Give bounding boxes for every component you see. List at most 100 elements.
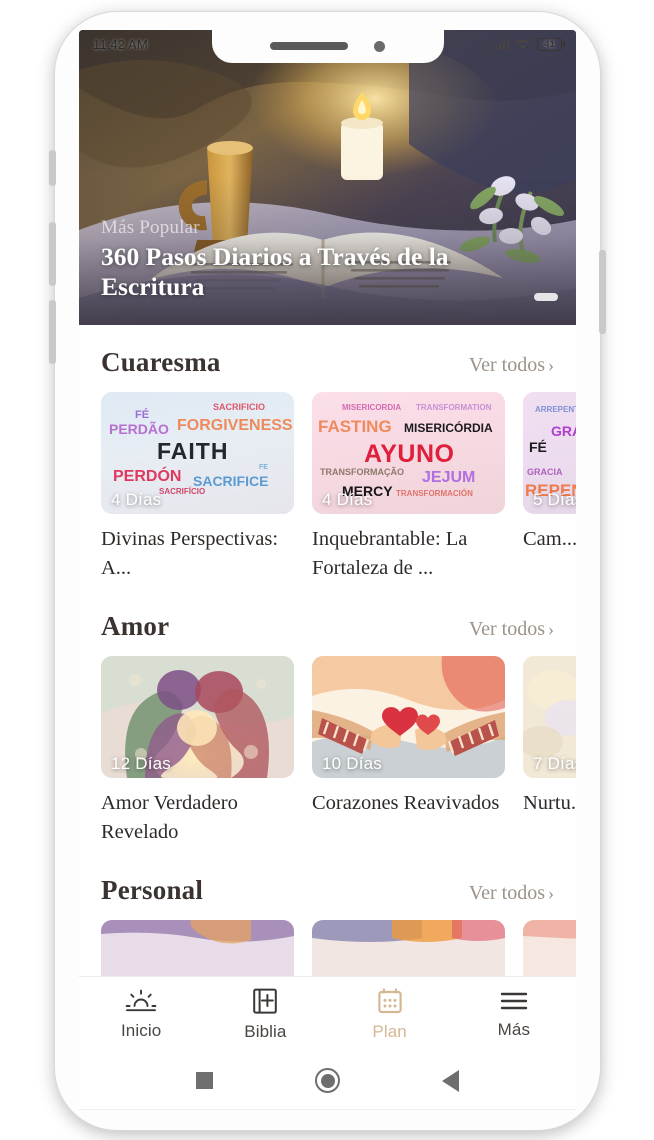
- section-title: Amor: [101, 611, 170, 642]
- word: GRACIA: [527, 467, 563, 477]
- tab-mas[interactable]: Más: [452, 989, 576, 1040]
- chevron-right-icon: ›: [548, 883, 554, 904]
- section-header-cuaresma: Cuaresma Ver todos ›: [79, 325, 576, 392]
- plan-card[interactable]: 12 Días Amor Verdadero Revelado: [101, 656, 294, 847]
- word: FAITH: [157, 438, 229, 464]
- section-amor: Amor Ver todos › 12 Días Amor Verdadero …: [79, 589, 576, 853]
- word: MISERICORDIA: [342, 403, 402, 412]
- word: SACRIFICE: [193, 473, 269, 489]
- mute-switch[interactable]: [49, 150, 56, 186]
- carousel-page-indicator[interactable]: [534, 293, 558, 301]
- see-all-link-amor[interactable]: Ver todos ›: [469, 618, 554, 641]
- plan-card-image: 10 Días: [312, 656, 505, 779]
- tab-label: Plan: [372, 1022, 407, 1041]
- chevron-right-icon: ›: [548, 355, 554, 375]
- word: ARREPENTIMIENTO: [535, 405, 576, 414]
- section-title: Cuaresma: [101, 347, 221, 377]
- plan-card[interactable]: FÉ SACRIFICIO PERDÃO FORGIVENESS FAITH P…: [101, 392, 294, 583]
- card-row-amor[interactable]: 12 Días Amor Verdadero Revelado 10 Días …: [79, 656, 576, 847]
- sunrise-icon: [125, 989, 157, 1012]
- bottom-tab-bar: Inicio Biblia Plan Más: [79, 976, 576, 1052]
- card-days-badge: 4 Días: [322, 490, 373, 509]
- card-days-badge: 10 Días: [322, 754, 382, 774]
- card-title: Inquebrantable: La Fortaleza de ...: [312, 528, 468, 580]
- card-days-badge: 12 Días: [111, 754, 171, 774]
- hero-title: 360 Pasos Diarios a Través de la Escritu…: [101, 241, 449, 302]
- plan-card-image: 7 Días: [523, 656, 576, 779]
- word: GRACA: [551, 423, 576, 439]
- word: SACRIFÍCIO: [159, 487, 206, 496]
- word: TRANSFORMAÇÃO: [320, 467, 404, 477]
- plan-card[interactable]: MISERICORDIA TRANSFORMATION FASTING MISE…: [312, 392, 505, 583]
- plan-card-image: ARREPENTIMIENTO GRACA FÉ GRACIA REPENTAN…: [523, 392, 576, 514]
- volume-up-button[interactable]: [49, 222, 56, 286]
- section-title: Personal: [101, 875, 204, 906]
- tab-label: Biblia: [244, 1022, 287, 1041]
- see-all-link-cuaresma[interactable]: Ver todos ›: [469, 354, 554, 377]
- hamburger-menu-icon: [500, 992, 528, 1010]
- battery-level: 41: [544, 38, 555, 50]
- plan-card-image: 12 Días: [101, 656, 294, 779]
- card-row-cuaresma[interactable]: FÉ SACRIFICIO PERDÃO FORGIVENESS FAITH P…: [79, 392, 576, 583]
- see-all-label: Ver todos: [468, 618, 545, 641]
- wifi-icon: [516, 40, 530, 50]
- tab-plan[interactable]: Plan: [328, 987, 452, 1042]
- see-all-link-personal[interactable]: Ver todos ›: [469, 882, 554, 905]
- phone-mockup: 11:42 AM 41 Más Popular 360 Pasos Diario…: [0, 0, 654, 1140]
- word: FE: [259, 464, 268, 471]
- word: TRANSFORMATION: [416, 403, 492, 412]
- circle-home-icon[interactable]: [315, 1068, 340, 1093]
- status-time: 11:42 AM: [93, 36, 148, 52]
- word: PERDÃO: [109, 421, 169, 437]
- word: AYUNO: [364, 440, 455, 468]
- plan-card-image: FÉ SACRIFICIO PERDÃO FORGIVENESS FAITH P…: [101, 392, 294, 514]
- plan-card[interactable]: 10 Días Corazones Reavivados: [312, 656, 505, 847]
- card-days-badge: 5 Días: [533, 490, 576, 509]
- card-days-badge: 4 Días: [111, 490, 162, 509]
- square-recents-icon[interactable]: [196, 1072, 213, 1089]
- power-button[interactable]: [599, 250, 606, 334]
- battery-icon: 41: [537, 37, 565, 51]
- card-title: Corazones Reavivados: [312, 792, 500, 815]
- section-header-personal: Personal Ver todos ›: [79, 853, 576, 920]
- phone-screen: 11:42 AM 41 Más Popular 360 Pasos Diario…: [79, 30, 576, 1052]
- tab-biblia[interactable]: Biblia: [203, 987, 327, 1042]
- card-days-badge: 7 Días: [533, 754, 576, 774]
- bible-book-icon: [253, 988, 278, 1014]
- word: SACRIFICIO: [213, 402, 266, 412]
- tab-inicio[interactable]: Inicio: [79, 988, 203, 1041]
- tab-label: Más: [497, 1020, 531, 1039]
- plan-card-image: MISERICORDIA TRANSFORMATION FASTING MISE…: [312, 392, 505, 514]
- section-header-amor: Amor Ver todos ›: [79, 589, 576, 656]
- front-camera: [374, 40, 385, 52]
- card-title: Nurtu... el Am...: [523, 792, 576, 815]
- hero-kicker: Más Popular: [101, 216, 200, 238]
- card-title: Amor Verdadero Revelado: [101, 792, 238, 844]
- word: FORGIVENESS: [177, 417, 293, 434]
- triangle-back-icon[interactable]: [442, 1069, 459, 1092]
- word: TRANSFORMACIÓN: [396, 489, 473, 498]
- word: JEJUM: [422, 469, 476, 486]
- phone-notch: [211, 30, 444, 63]
- tab-label: Inicio: [120, 1021, 162, 1040]
- card-title: Cam... Ilum...: [523, 528, 576, 550]
- chevron-right-icon: ›: [548, 619, 554, 640]
- calendar-icon: [377, 988, 402, 1014]
- hero-banner[interactable]: Más Popular 360 Pasos Diarios a Través d…: [79, 30, 576, 325]
- word: PERDÓN: [113, 468, 182, 485]
- card-title: Divinas Perspectivas: A...: [101, 528, 279, 580]
- plan-card[interactable]: 7 Días Nurtu... el Am...: [523, 656, 576, 847]
- content-scroll-area[interactable]: Cuaresma Ver todos › FÉ SACRIFICIO PERDÃO…: [79, 325, 576, 1052]
- see-all-label: Ver todos: [468, 882, 545, 905]
- word: FÉ: [529, 439, 547, 455]
- volume-down-button[interactable]: [49, 300, 56, 364]
- section-cuaresma: Cuaresma Ver todos › FÉ SACRIFICIO PERDÃO…: [79, 325, 576, 589]
- hero-text-block: Más Popular 360 Pasos Diarios a Través d…: [101, 217, 518, 303]
- word: FASTING: [318, 417, 392, 436]
- earpiece-speaker: [270, 42, 348, 50]
- word: MISERICÓRDIA: [404, 421, 493, 435]
- see-all-label: Ver todos: [468, 354, 545, 376]
- android-navigation-bar: [79, 1052, 576, 1110]
- plan-card[interactable]: ARREPENTIMIENTO GRACA FÉ GRACIA REPENTAN…: [523, 392, 576, 583]
- signal-bars-icon: [494, 38, 509, 50]
